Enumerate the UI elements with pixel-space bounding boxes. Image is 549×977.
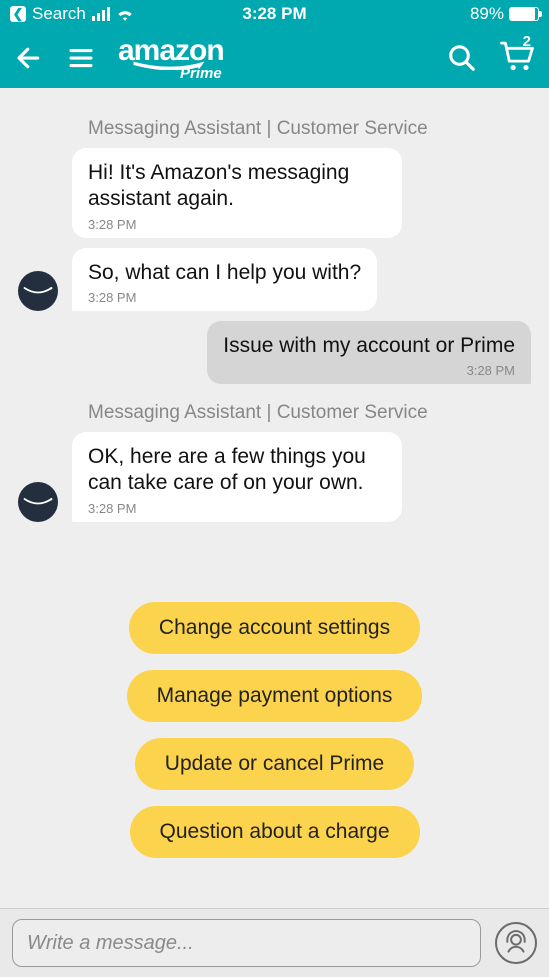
headset-icon bbox=[503, 930, 529, 956]
status-search-label[interactable]: Search bbox=[32, 4, 86, 24]
cart-count-badge: 2 bbox=[523, 33, 531, 50]
assistant-avatar bbox=[18, 482, 58, 522]
message-time: 3:28 PM bbox=[88, 501, 386, 516]
message-text: Hi! It's Amazon's messaging assistant ag… bbox=[88, 160, 386, 213]
quick-reply-list: Change account settings Manage payment o… bbox=[18, 602, 531, 858]
quick-reply-question-charge[interactable]: Question about a charge bbox=[130, 806, 420, 858]
quick-reply-update-prime[interactable]: Update or cancel Prime bbox=[135, 738, 414, 790]
message-bubble: So, what can I help you with? 3:28 PM bbox=[72, 248, 377, 311]
message-bubble: Issue with my account or Prime 3:28 PM bbox=[207, 321, 531, 384]
amazon-smile-icon bbox=[23, 495, 53, 509]
message-bubble: OK, here are a few things you can take c… bbox=[72, 432, 402, 522]
sender-label: Messaging Assistant | Customer Service bbox=[88, 118, 531, 140]
app-header: amazon Prime 2 bbox=[0, 28, 549, 88]
battery-icon bbox=[509, 7, 539, 21]
assistant-message-row: Hi! It's Amazon's messaging assistant ag… bbox=[18, 148, 531, 238]
battery-percent: 89% bbox=[470, 4, 504, 24]
message-time: 3:28 PM bbox=[223, 363, 515, 378]
quick-reply-change-account[interactable]: Change account settings bbox=[129, 602, 420, 654]
app-switch-icon[interactable]: ❮ bbox=[10, 6, 26, 22]
wifi-icon bbox=[116, 7, 134, 21]
status-bar: ❮ Search 3:28 PM 89% bbox=[0, 0, 549, 28]
sender-label: Messaging Assistant | Customer Service bbox=[88, 402, 531, 424]
composer-bar bbox=[0, 908, 549, 977]
message-text: So, what can I help you with? bbox=[88, 260, 361, 286]
user-message-row: Issue with my account or Prime 3:28 PM bbox=[18, 321, 531, 384]
message-text: OK, here are a few things you can take c… bbox=[88, 444, 386, 497]
message-text: Issue with my account or Prime bbox=[223, 333, 515, 359]
cell-signal-icon bbox=[92, 7, 110, 21]
message-time: 3:28 PM bbox=[88, 290, 361, 305]
quick-reply-manage-payment[interactable]: Manage payment options bbox=[127, 670, 423, 722]
contact-agent-button[interactable] bbox=[495, 922, 537, 964]
chat-area: Messaging Assistant | Customer Service H… bbox=[0, 88, 549, 877]
menu-icon[interactable] bbox=[66, 43, 96, 73]
assistant-message-row: OK, here are a few things you can take c… bbox=[18, 432, 531, 522]
assistant-message-row: So, what can I help you with? 3:28 PM bbox=[18, 248, 531, 311]
message-input[interactable] bbox=[12, 919, 481, 967]
amazon-prime-logo[interactable]: amazon Prime bbox=[118, 36, 224, 81]
back-arrow-icon[interactable] bbox=[14, 43, 44, 73]
amazon-smile-icon bbox=[23, 284, 53, 298]
assistant-avatar bbox=[18, 271, 58, 311]
search-icon[interactable] bbox=[447, 43, 477, 73]
message-time: 3:28 PM bbox=[88, 217, 386, 232]
logo-text-sub: Prime bbox=[180, 66, 222, 81]
status-time: 3:28 PM bbox=[186, 4, 362, 24]
message-bubble: Hi! It's Amazon's messaging assistant ag… bbox=[72, 148, 402, 238]
cart-button[interactable]: 2 bbox=[499, 39, 535, 78]
